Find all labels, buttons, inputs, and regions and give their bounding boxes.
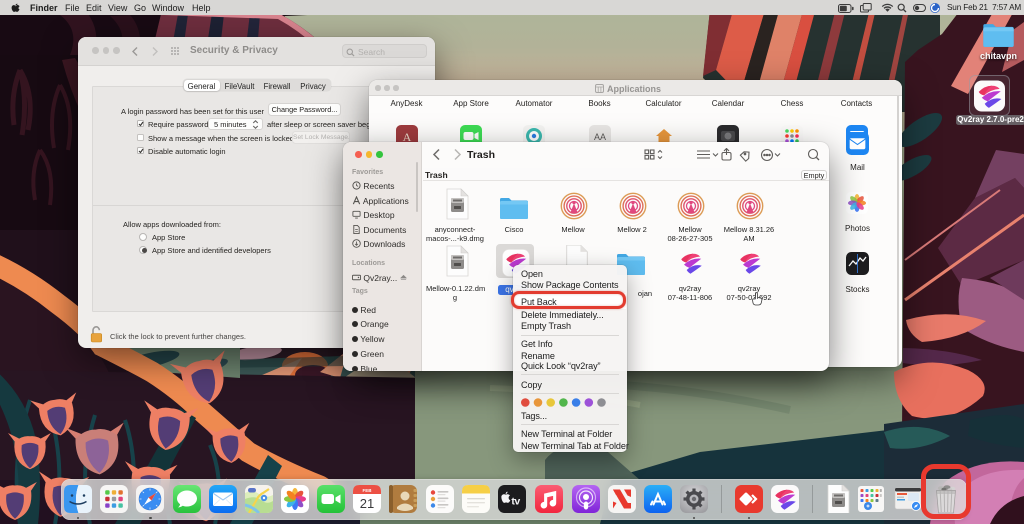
- svg-text:21: 21: [360, 496, 374, 511]
- svg-text:FEB: FEB: [363, 488, 373, 493]
- svg-text:AA: AA: [593, 132, 605, 142]
- svg-text:tv: tv: [511, 496, 520, 508]
